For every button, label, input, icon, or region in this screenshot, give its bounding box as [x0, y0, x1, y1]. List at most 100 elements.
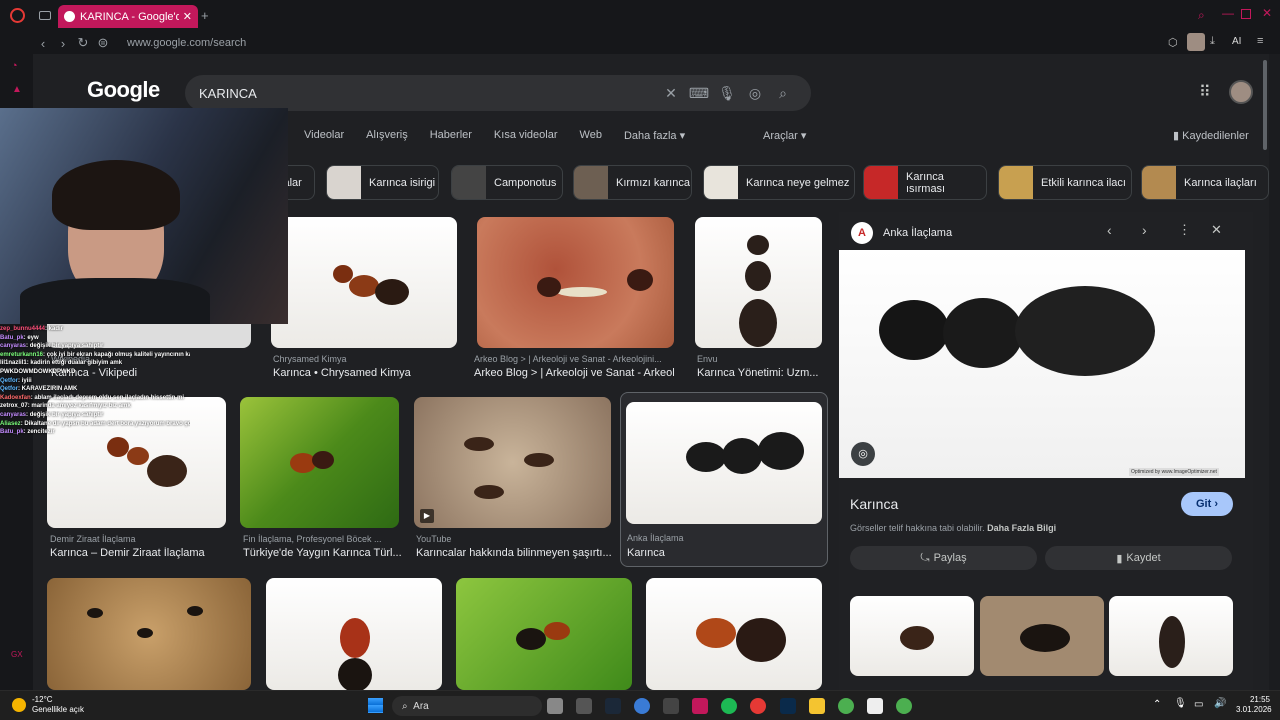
chip[interactable]: Karınca isirigi [326, 165, 439, 200]
panel-source[interactable]: Anka İlaçlama [883, 227, 952, 239]
chip[interactable]: Etkili karınca ilacı [998, 165, 1132, 200]
windows-start-icon[interactable] [368, 698, 383, 713]
weather-widget[interactable]: -12°C Genellikle açık [32, 695, 84, 715]
tab-short-videos[interactable]: Kısa videolar [494, 129, 558, 142]
gx-label-icon[interactable]: GX [11, 650, 23, 659]
result-image[interactable] [477, 217, 674, 348]
close-panel-icon[interactable]: ✕ [1211, 222, 1222, 238]
result-image[interactable] [695, 217, 822, 348]
chip[interactable]: Kırmızı karınca [573, 165, 692, 200]
tools-button[interactable]: Araçlar ▾ [763, 129, 806, 142]
mic-icon[interactable]: 🎙 [1174, 698, 1187, 709]
share-button[interactable]: ⤿ Paylaş [850, 546, 1037, 570]
close-window-icon[interactable]: ✕ [1262, 6, 1272, 20]
save-button[interactable]: ▮ Kaydet [1045, 546, 1232, 570]
menu-icon[interactable]: ≡ [1257, 35, 1263, 47]
related-image[interactable] [1109, 596, 1233, 676]
tab-island-icon[interactable] [39, 11, 51, 20]
app-icon[interactable] [663, 698, 679, 714]
app-icon[interactable] [576, 698, 592, 714]
google-logo[interactable]: Google [87, 77, 160, 103]
result-image[interactable] [271, 217, 457, 348]
result-title[interactable]: Karınca • Chrysamed Kimya [273, 367, 459, 379]
result-title[interactable]: Karınca – Demir Ziraat İlaçlama [50, 547, 230, 559]
clock[interactable]: 21:55 3.01.2026 [1236, 695, 1272, 715]
result-image[interactable]: ▶ [414, 397, 611, 528]
tab-web[interactable]: Web [580, 129, 602, 142]
result-title[interactable]: Karınca [627, 547, 823, 559]
display-icon[interactable]: ▭ [1194, 699, 1203, 710]
lens-search-icon[interactable]: ◎ [851, 442, 875, 466]
capcut-icon[interactable] [867, 698, 883, 714]
maximize-icon[interactable] [1241, 9, 1251, 19]
selected-result-card[interactable]: Anka İlaçlama Karınca [620, 392, 828, 567]
download-icon[interactable]: ⤓ [1210, 35, 1215, 48]
microphone-icon[interactable]: 🎙 [713, 85, 741, 102]
result-image[interactable] [646, 578, 822, 690]
ai-button[interactable]: AI [1232, 36, 1241, 47]
forward-icon[interactable]: › [53, 36, 73, 51]
new-tab-icon[interactable]: + [201, 8, 209, 23]
related-image[interactable] [850, 596, 974, 676]
volume-icon[interactable]: 🔊 [1214, 698, 1226, 709]
tray-chevron-icon[interactable]: ⌃ [1153, 699, 1161, 710]
result-title[interactable]: Arkeo Blog > | Arkeoloji ve Sanat - Arke… [474, 367, 674, 379]
result-image[interactable] [266, 578, 442, 690]
result-title[interactable]: Türkiye'de Yaygın Karınca Türl... [243, 547, 403, 559]
keyboard-icon[interactable]: ⌨ [685, 85, 713, 102]
result-title[interactable]: Karıncalar hakkında bilinmeyen şaşırtı..… [416, 547, 613, 559]
related-image[interactable] [980, 596, 1104, 676]
visit-button[interactable]: Git › [1181, 492, 1233, 516]
apps-grid-icon[interactable]: ⠿ [1199, 82, 1211, 102]
photoshop-icon[interactable] [780, 698, 796, 714]
next-icon[interactable]: › [1142, 222, 1147, 238]
panel-title[interactable]: Karınca [850, 496, 898, 512]
tab-news[interactable]: Haberler [430, 129, 472, 142]
search-tabs-icon[interactable]: ⌕ [1198, 8, 1205, 23]
profile-icon[interactable] [1187, 33, 1205, 51]
result-image[interactable] [47, 578, 251, 690]
learn-more-link[interactable]: Daha Fazla Bilgi [987, 523, 1056, 533]
task-view-icon[interactable] [547, 698, 563, 714]
result-title[interactable]: Karınca Yönetimi: Uzm... [697, 367, 822, 379]
chip[interactable]: Karınca ilaçları [1141, 165, 1269, 200]
minimize-icon[interactable]: — [1222, 6, 1234, 20]
lens-icon[interactable]: ◎ [741, 85, 769, 102]
spotify-icon[interactable] [721, 698, 737, 714]
search-input[interactable]: KARINCA [199, 86, 657, 101]
gx-icon[interactable]: ▲ [12, 84, 22, 95]
tab-videos[interactable]: Videolar [304, 129, 344, 142]
back-icon[interactable]: ‹ [33, 36, 53, 51]
extensions-icon[interactable]: ⬡ [1168, 36, 1178, 49]
clear-icon[interactable]: ✕ [657, 85, 685, 102]
result-image[interactable] [456, 578, 632, 690]
opera-gx-icon[interactable] [750, 698, 766, 714]
chip[interactable]: Karınca ısırması [863, 165, 987, 200]
page-scrollbar[interactable] [1263, 60, 1267, 150]
close-tab-icon[interactable]: ✕ [183, 10, 192, 23]
secure-icon[interactable]: ⊜ [93, 35, 113, 51]
app-icon[interactable] [692, 698, 708, 714]
opera-logo-icon[interactable] [10, 8, 25, 23]
tab-more[interactable]: Daha fazla ▾ [624, 129, 685, 142]
reload-icon[interactable]: ↻ [73, 35, 93, 51]
result-image[interactable] [626, 402, 822, 524]
file-explorer-icon[interactable] [809, 698, 825, 714]
taskbar-search[interactable]: ⌕ Ara [392, 696, 542, 716]
previous-icon[interactable]: ‹ [1107, 222, 1112, 238]
search-icon[interactable]: ⌕ [769, 85, 797, 102]
saved-button[interactable]: ▮ Kaydedilenler [1173, 129, 1249, 142]
preview-image[interactable]: ◎ Optimized by www.ImageOptimizer.net [839, 250, 1245, 478]
active-tab[interactable]: KARINCA - Google'da Ara ✕ [58, 5, 198, 28]
chrome-icon[interactable] [838, 698, 854, 714]
chrome-icon[interactable] [896, 698, 912, 714]
url-field[interactable]: www.google.com/search [127, 37, 246, 49]
steam-icon[interactable] [605, 698, 621, 714]
aria-icon[interactable]: ◔ [11, 60, 18, 72]
chip[interactable]: Camponotus [451, 165, 563, 200]
search-box[interactable]: KARINCA ✕ ⌨ 🎙 ◎ ⌕ [185, 75, 811, 111]
app-icon[interactable] [634, 698, 650, 714]
chip[interactable]: Karınca neye gelmez [703, 165, 855, 200]
tab-shopping[interactable]: Alışveriş [366, 129, 408, 142]
result-image[interactable] [240, 397, 399, 528]
